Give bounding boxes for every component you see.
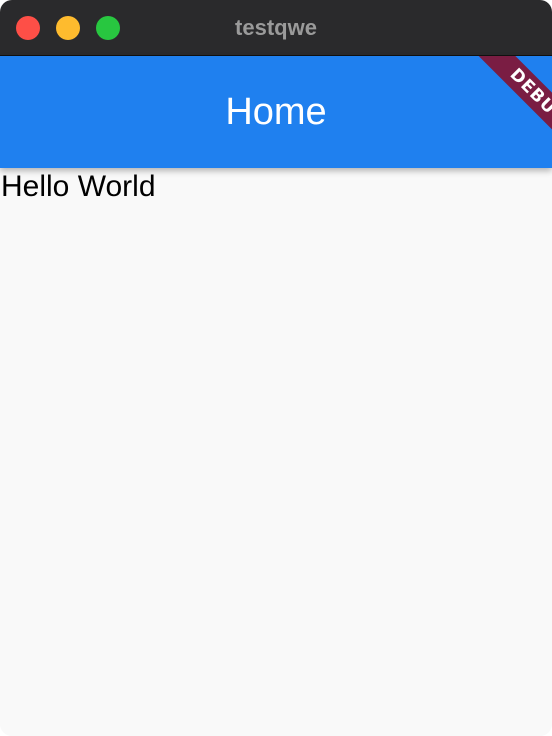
debug-banner: DEBUG (472, 56, 552, 163)
window-titlebar[interactable]: testqwe (0, 0, 552, 56)
hello-text: Hello World (1, 170, 156, 203)
debug-banner-container: DEBUG (440, 56, 552, 168)
page-body: Hello World (0, 168, 552, 736)
window-title: testqwe (235, 15, 317, 40)
app-window: testqwe Home DEBUG Hello World (0, 0, 552, 736)
